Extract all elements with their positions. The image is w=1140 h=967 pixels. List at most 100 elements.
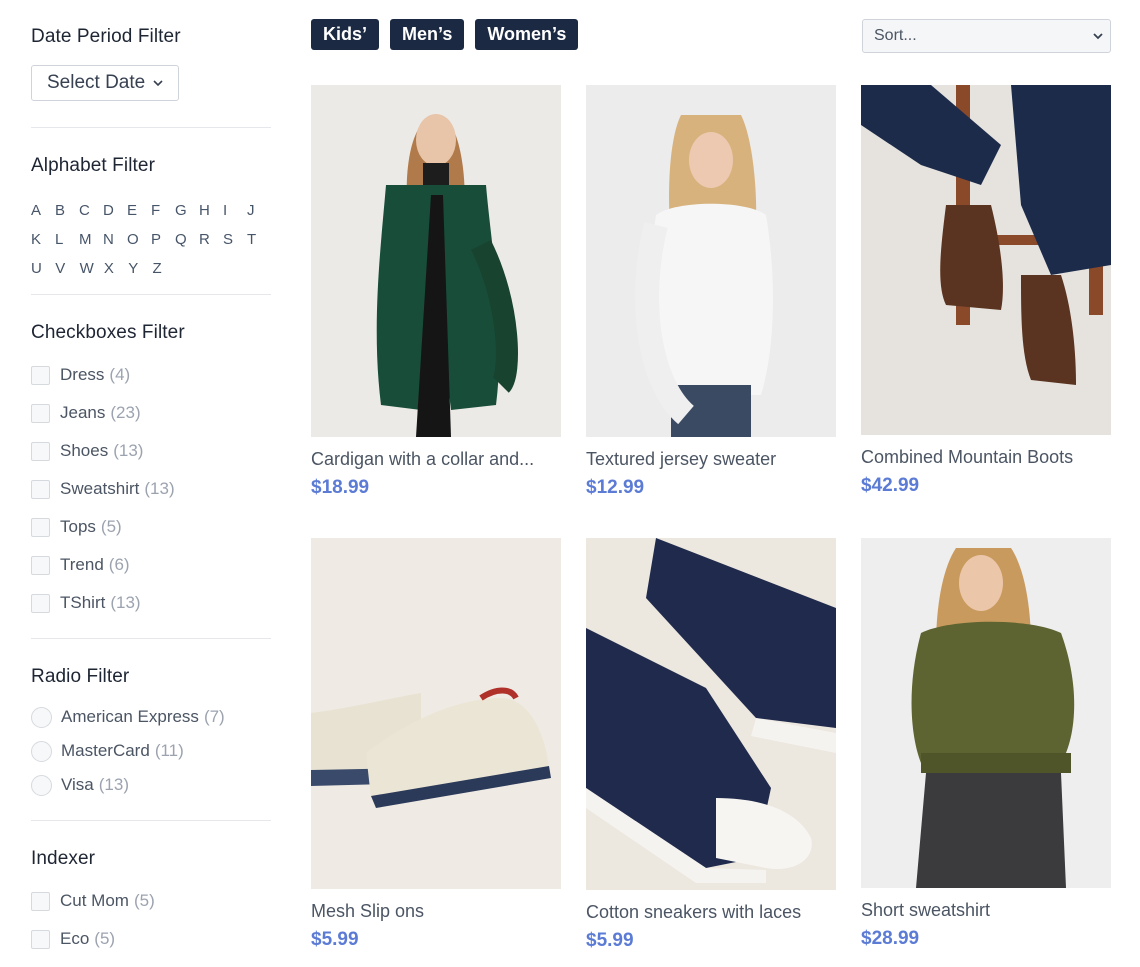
- option-label: American Express: [61, 707, 199, 726]
- product-card[interactable]: Short sweatshirt $28.99: [861, 538, 1111, 950]
- product-image-woman-green-cardigan[interactable]: [311, 85, 561, 437]
- checkbox-option[interactable]: Trend (6): [31, 546, 175, 584]
- alphabet-letter-g[interactable]: G: [175, 202, 199, 219]
- product-card[interactable]: Combined Mountain Boots $42.99: [861, 85, 1111, 497]
- option-count: (7): [203, 707, 225, 726]
- product-name[interactable]: Cardigan with a collar and...: [311, 449, 561, 470]
- alphabet-letter-i[interactable]: I: [223, 202, 247, 219]
- alphabet-letter-p[interactable]: P: [151, 231, 175, 248]
- product-name[interactable]: Cotton sneakers with laces: [586, 902, 836, 923]
- product-card[interactable]: Cardigan with a collar and... $18.99: [311, 85, 561, 499]
- alphabet-letter-h[interactable]: H: [199, 202, 223, 219]
- option-label: Sweatshirt: [60, 479, 140, 498]
- option-count: (5): [100, 517, 122, 536]
- alphabet-letter-a[interactable]: A: [31, 202, 55, 219]
- alphabet-letter-b[interactable]: B: [55, 202, 79, 219]
- alphabet-letter-m[interactable]: M: [79, 231, 103, 248]
- option-label: Eco: [60, 929, 90, 948]
- sort-select-label: Sort...: [874, 27, 917, 44]
- sort-select[interactable]: Sort...: [862, 19, 1111, 53]
- product-image-woman-white-sweater[interactable]: [586, 85, 836, 437]
- product-name[interactable]: Mesh Slip ons: [311, 901, 561, 922]
- checkbox-option[interactable]: Eco (5): [31, 920, 155, 958]
- product-card[interactable]: Mesh Slip ons $5.99: [311, 538, 561, 951]
- alphabet-letter-j[interactable]: J: [247, 202, 271, 219]
- checkbox[interactable]: [31, 441, 50, 461]
- product-name[interactable]: Combined Mountain Boots: [861, 447, 1111, 468]
- checkbox[interactable]: [31, 365, 50, 385]
- divider: [31, 294, 271, 295]
- checkbox[interactable]: [31, 479, 50, 499]
- radio-option[interactable]: American Express (7): [31, 700, 225, 734]
- checkbox[interactable]: [31, 929, 50, 949]
- checkbox-option[interactable]: Cut Mom (5): [31, 882, 155, 920]
- product-price: $12.99: [586, 477, 645, 498]
- option-count: (5): [133, 891, 155, 910]
- product-image-mesh-slip-on-shoes[interactable]: [311, 538, 561, 889]
- radio-button[interactable]: [31, 774, 52, 796]
- checkbox[interactable]: [31, 891, 50, 911]
- option-label: Jeans: [60, 403, 106, 422]
- indexer-title: Indexer: [31, 848, 96, 869]
- alphabet-letter-e[interactable]: E: [127, 202, 151, 219]
- checkbox[interactable]: [31, 517, 50, 537]
- radio-option[interactable]: Visa (13): [31, 768, 225, 802]
- alphabet-letter-t[interactable]: T: [247, 231, 271, 248]
- option-count: (4): [109, 365, 131, 384]
- alphabet-filter-title: Alphabet Filter: [31, 155, 156, 176]
- radio-option[interactable]: MasterCard (11): [31, 734, 225, 768]
- option-count: (13): [110, 593, 141, 612]
- alphabet-letter-w[interactable]: W: [80, 260, 104, 277]
- checkbox-option[interactable]: Sweatshirt (13): [31, 470, 175, 508]
- radio-button[interactable]: [31, 706, 52, 728]
- option-count: (6): [108, 555, 130, 574]
- checkbox[interactable]: [31, 593, 50, 613]
- product-price: $28.99: [861, 928, 920, 949]
- checkbox-option[interactable]: Shoes (13): [31, 432, 175, 470]
- option-label: Visa: [61, 775, 94, 794]
- product-price: $42.99: [861, 475, 920, 496]
- alphabet-letter-c[interactable]: C: [79, 202, 103, 219]
- product-name[interactable]: Short sweatshirt: [861, 900, 1111, 921]
- alphabet-letter-r[interactable]: R: [199, 231, 223, 248]
- alphabet-letter-y[interactable]: Y: [128, 260, 152, 277]
- alphabet-letter-u[interactable]: U: [31, 260, 55, 277]
- product-card[interactable]: Textured jersey sweater $12.99: [586, 85, 836, 499]
- alphabet-letter-f[interactable]: F: [151, 202, 175, 219]
- alphabet-letter-l[interactable]: L: [55, 231, 79, 248]
- checkbox-option[interactable]: Dress (4): [31, 356, 175, 394]
- checkbox[interactable]: [31, 403, 50, 423]
- checkbox-filter-title: Checkboxes Filter: [31, 322, 185, 343]
- product-image-woman-olive-sweatshirt[interactable]: [861, 538, 1111, 888]
- alphabet-row: ABCDEFGHIJ: [31, 196, 271, 225]
- alphabet-letter-k[interactable]: K: [31, 231, 55, 248]
- option-count: (23): [110, 403, 141, 422]
- checkbox[interactable]: [31, 555, 50, 575]
- product-image-navy-canvas-sneakers[interactable]: [586, 538, 836, 890]
- alphabet-letter-q[interactable]: Q: [175, 231, 199, 248]
- product-card[interactable]: Cotton sneakers with laces $5.99: [586, 538, 836, 952]
- alphabet-letter-d[interactable]: D: [103, 202, 127, 219]
- tag-womens[interactable]: Women’s: [475, 19, 579, 50]
- checkbox-option[interactable]: Jeans (23): [31, 394, 175, 432]
- radio-filter-title: Radio Filter: [31, 666, 130, 687]
- product-name[interactable]: Textured jersey sweater: [586, 449, 836, 470]
- tag-mens[interactable]: Men’s: [390, 19, 465, 50]
- alphabet-letter-s[interactable]: S: [223, 231, 247, 248]
- date-filter-title: Date Period Filter: [31, 26, 181, 47]
- chevron-down-icon: [153, 80, 163, 87]
- alphabet-letter-v[interactable]: V: [55, 260, 79, 277]
- alphabet-letter-z[interactable]: Z: [152, 260, 176, 277]
- alphabet-letter-o[interactable]: O: [127, 231, 151, 248]
- product-price: $18.99: [311, 477, 370, 498]
- tag-kids[interactable]: Kids’: [311, 19, 380, 50]
- checkbox-option[interactable]: TShirt (13): [31, 584, 175, 622]
- alphabet-letter-x[interactable]: X: [104, 260, 128, 277]
- option-label: Trend: [60, 555, 104, 574]
- checkbox-option[interactable]: Tops (5): [31, 508, 175, 546]
- radio-button[interactable]: [31, 740, 52, 762]
- date-select[interactable]: Select Date: [31, 65, 179, 101]
- alphabet-letter-n[interactable]: N: [103, 231, 127, 248]
- product-image-brown-leather-boots[interactable]: [861, 85, 1111, 435]
- alphabet-row: UVWXYZ: [31, 254, 271, 283]
